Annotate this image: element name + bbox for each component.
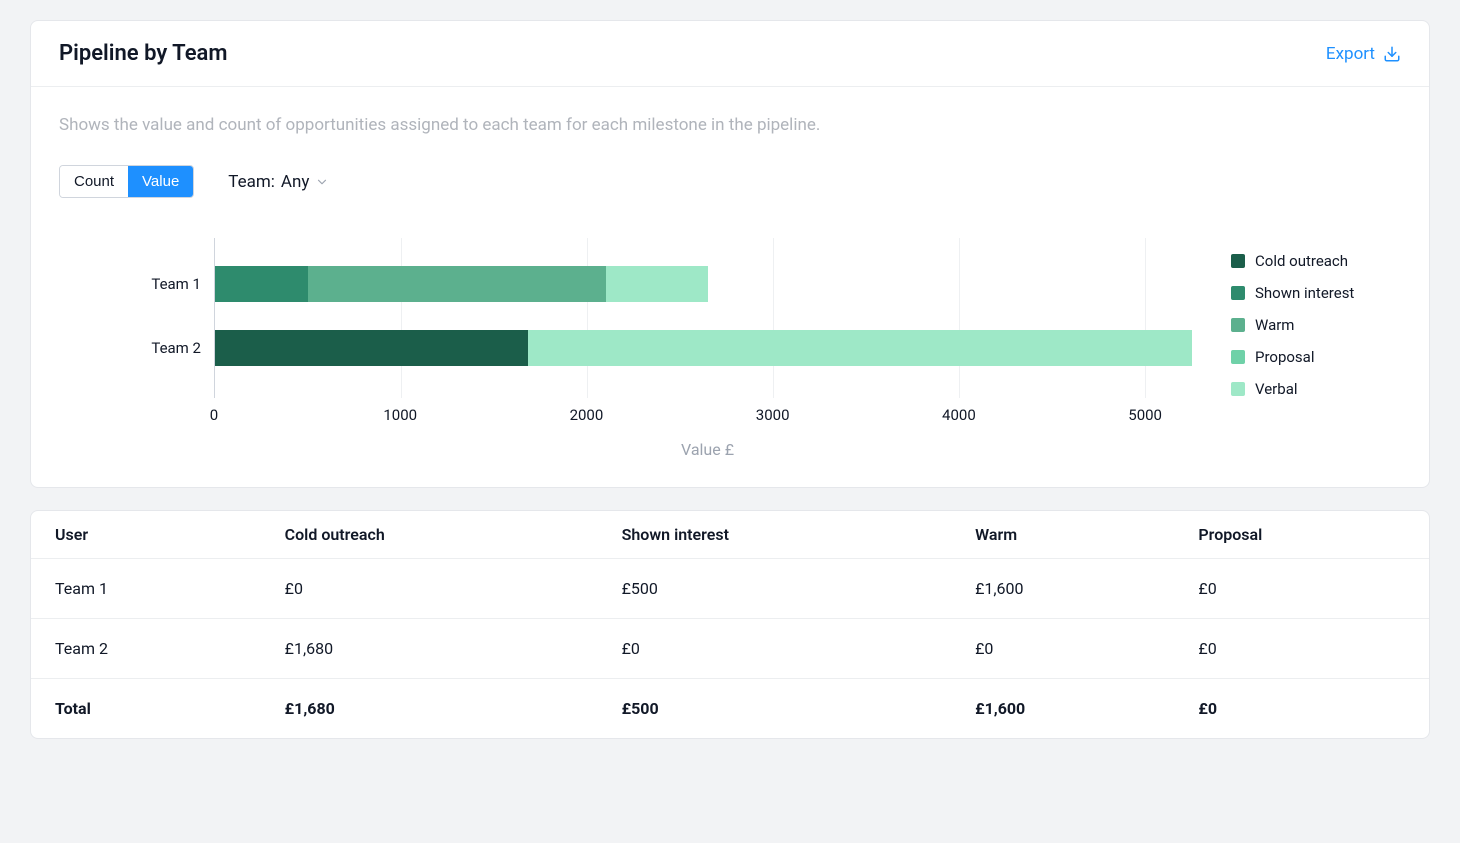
table-cell: £500 (598, 679, 951, 739)
legend-label: Cold outreach (1255, 252, 1348, 270)
bar-segment (606, 266, 708, 302)
legend-label: Proposal (1255, 348, 1314, 366)
chart-legend: Cold outreach Shown interest Warm Proposal V… (1231, 238, 1401, 459)
card-body: Shows the value and count of opportuniti… (31, 87, 1429, 487)
team-filter-value: Any (281, 172, 310, 192)
download-icon (1383, 45, 1401, 63)
toggle-count[interactable]: Count (60, 166, 128, 197)
table-header-cell: Cold outreach (261, 511, 598, 559)
legend-swatch (1231, 254, 1245, 268)
x-axis: 010002000300040005000 (214, 398, 1201, 428)
chart-area: Team 1 Team 2 0 1000 2000 3000 4000 5000 Value… (59, 238, 1201, 459)
table-cell: £0 (1174, 559, 1429, 619)
table-header-cell: Shown interest (598, 511, 951, 559)
card-header: Pipeline by Team Export (31, 21, 1429, 87)
controls-row: Count Value Team: Any (59, 165, 1401, 198)
table-cell: £0 (1174, 679, 1429, 739)
table-header-cell: Warm (951, 511, 1174, 559)
x-tick: 3000 (756, 406, 790, 424)
y-axis-label: Team 1 (151, 275, 201, 293)
legend-label: Warm (1255, 316, 1294, 334)
x-tick: 2000 (570, 406, 604, 424)
table-cell: £0 (598, 619, 951, 679)
x-tick: 1000 (383, 406, 417, 424)
table-cell: £1,680 (261, 619, 598, 679)
table-row: Total£1,680£500£1,600£0 (31, 679, 1429, 739)
pipeline-card: Pipeline by Team Export Shows the value … (30, 20, 1430, 488)
export-label: Export (1326, 44, 1375, 64)
bar-segment (308, 266, 606, 302)
count-value-toggle: Count Value (59, 165, 194, 198)
table-cell: £1,600 (951, 679, 1174, 739)
table-cell: Team 2 (31, 619, 261, 679)
legend-swatch (1231, 382, 1245, 396)
legend-item: Verbal (1231, 380, 1401, 398)
pipeline-table-card: UserCold outreachShown interestWarmPropo… (30, 510, 1430, 739)
team-filter[interactable]: Team: Any (228, 172, 329, 192)
x-tick: 0 (210, 406, 218, 424)
bar-segment (528, 330, 1192, 366)
y-axis-label: Team 2 (151, 339, 201, 357)
grid-line (401, 238, 402, 398)
legend-item: Shown interest (1231, 284, 1401, 302)
bar-segment (215, 330, 528, 366)
grid-line (959, 238, 960, 398)
bar-row: Team 2 (215, 330, 1201, 366)
chart-wrap: Team 1 Team 2 0 1000 2000 3000 4000 5000 Value… (59, 238, 1401, 459)
table-cell: £0 (261, 559, 598, 619)
grid-line (773, 238, 774, 398)
bar-segment (215, 266, 308, 302)
legend-item: Proposal (1231, 348, 1401, 366)
table-row: Team 1£0£500£1,600£0 (31, 559, 1429, 619)
x-axis-title: Value £ (214, 440, 1201, 459)
table-header-cell: Proposal (1174, 511, 1429, 559)
x-tick: 5000 (1128, 406, 1162, 424)
legend-swatch (1231, 350, 1245, 364)
legend-swatch (1231, 286, 1245, 300)
grid-line (1145, 238, 1146, 398)
table-cell: £0 (951, 619, 1174, 679)
card-title: Pipeline by Team (59, 41, 227, 66)
table-header-row: UserCold outreachShown interestWarmPropo… (31, 511, 1429, 559)
export-button[interactable]: Export (1326, 44, 1401, 64)
table-cell: £1,600 (951, 559, 1174, 619)
table-cell: £1,680 (261, 679, 598, 739)
table-body: Team 1£0£500£1,600£0Team 2£1,680£0£0£0To… (31, 559, 1429, 739)
chart-plot: Team 1 Team 2 (214, 238, 1201, 398)
card-description: Shows the value and count of opportuniti… (59, 115, 1401, 135)
table-row: Team 2£1,680£0£0£0 (31, 619, 1429, 679)
chevron-down-icon (315, 175, 329, 189)
team-filter-label: Team: (228, 172, 275, 192)
legend-label: Verbal (1255, 380, 1298, 398)
table-header-cell: User (31, 511, 261, 559)
legend-swatch (1231, 318, 1245, 332)
table-cell: £500 (598, 559, 951, 619)
legend-label: Shown interest (1255, 284, 1354, 302)
grid-line (587, 238, 588, 398)
toggle-value[interactable]: Value (128, 166, 193, 197)
x-tick: 4000 (942, 406, 976, 424)
legend-item: Cold outreach (1231, 252, 1401, 270)
pipeline-table: UserCold outreachShown interestWarmPropo… (31, 511, 1429, 738)
legend-item: Warm (1231, 316, 1401, 334)
table-cell: £0 (1174, 619, 1429, 679)
bar-row: Team 1 (215, 266, 1201, 302)
table-cell: Total (31, 679, 261, 739)
table-cell: Team 1 (31, 559, 261, 619)
